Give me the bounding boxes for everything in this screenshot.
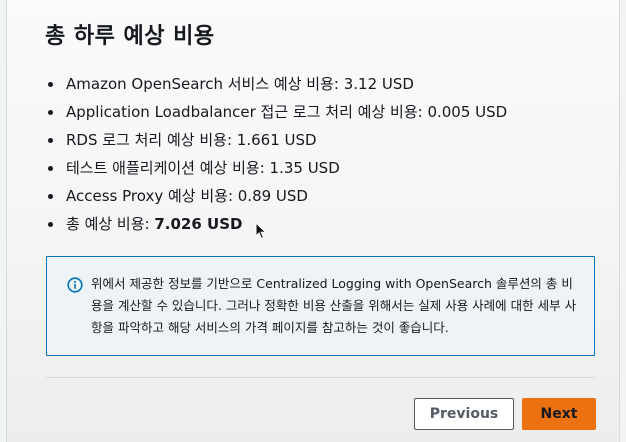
bullet-icon (48, 82, 53, 87)
mouse-cursor-icon (255, 222, 267, 240)
cost-summary-panel: 총 하루 예상 비용 Amazon OpenSearch 서비스 예상 비용: … (6, 0, 620, 442)
cost-item-value: 0.89 USD (237, 187, 308, 205)
cost-item-value: 1.661 USD (236, 131, 317, 149)
info-text: 위에서 제공한 정보를 기반으로 Centralized Logging wit… (91, 276, 577, 335)
bullet-icon (48, 166, 53, 171)
cost-item-label: Application Loadbalancer 접근 로그 처리 예상 비용: (66, 103, 428, 121)
cost-item-total: 총 예상 비용: 7.026 USD (47, 210, 507, 238)
cost-item-rds: RDS 로그 처리 예상 비용: 1.661 USD (47, 126, 507, 154)
divider (46, 377, 595, 378)
previous-button[interactable]: Previous (414, 398, 514, 430)
total-cost-value: 7.026 USD (154, 215, 243, 233)
bullet-icon (48, 138, 53, 143)
next-button[interactable]: Next (522, 398, 596, 430)
page-title: 총 하루 예상 비용 (45, 24, 215, 49)
cost-item-label: 총 예상 비용: (66, 215, 155, 233)
cost-item-label: Amazon OpenSearch 서비스 예상 비용: (66, 75, 344, 93)
cost-item-access-proxy: Access Proxy 예상 비용: 0.89 USD (47, 182, 507, 210)
info-circle-icon (67, 277, 83, 293)
info-alert: 위에서 제공한 정보를 기반으로 Centralized Logging wit… (46, 256, 595, 356)
cost-item-opensearch: Amazon OpenSearch 서비스 예상 비용: 3.12 USD (47, 70, 507, 98)
cost-item-value: 0.005 USD (427, 103, 508, 121)
cost-list: Amazon OpenSearch 서비스 예상 비용: 3.12 USD Ap… (47, 70, 507, 238)
bullet-icon (48, 110, 53, 115)
bullet-icon (48, 222, 53, 227)
cost-item-label: RDS 로그 처리 예상 비용: (66, 131, 237, 149)
cost-item-label: Access Proxy 예상 비용: (66, 187, 238, 205)
cost-item-alb: Application Loadbalancer 접근 로그 처리 예상 비용:… (47, 98, 507, 126)
cost-item-label: 테스트 애플리케이션 예상 비용: (66, 159, 270, 177)
cost-item-test-app: 테스트 애플리케이션 예상 비용: 1.35 USD (47, 154, 507, 182)
cost-item-value: 3.12 USD (343, 75, 414, 93)
cost-item-value: 1.35 USD (269, 159, 340, 177)
bullet-icon (48, 194, 53, 199)
